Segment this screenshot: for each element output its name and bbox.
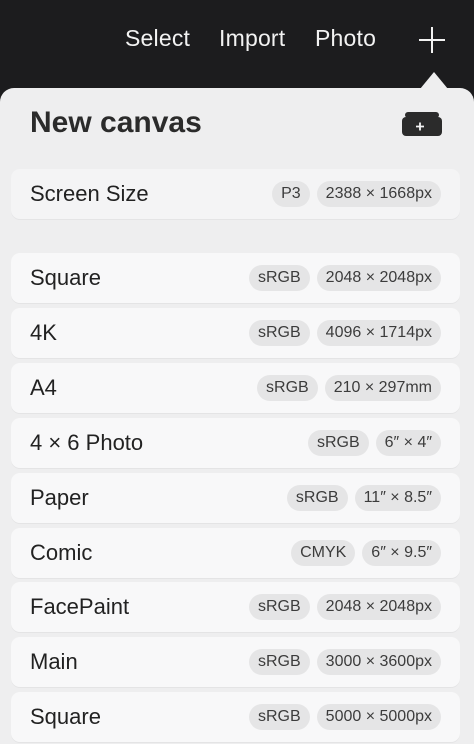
dimensions-badge: 6″ × 4″ bbox=[375, 430, 441, 456]
color-profile-badge: sRGB bbox=[286, 485, 348, 511]
dimensions-badge: 2048 × 2048px bbox=[316, 265, 441, 291]
dimensions-badge: 210 × 297mm bbox=[324, 375, 441, 401]
preset-row-square[interactable]: Square sRGB 2048 × 2048px bbox=[11, 253, 460, 303]
preset-name: Paper bbox=[30, 485, 89, 510]
popover-arrow bbox=[420, 72, 448, 89]
color-profile-badge: sRGB bbox=[257, 375, 318, 401]
preset-name: Comic bbox=[30, 540, 93, 565]
dimensions-badge: 3000 × 3600px bbox=[316, 649, 441, 675]
preset-row-paper[interactable]: Paper sRGB 11″ × 8.5″ bbox=[11, 473, 460, 523]
preset-name: 4 × 6 Photo bbox=[30, 430, 144, 455]
color-profile-badge: sRGB bbox=[307, 430, 369, 456]
color-profile-badge: sRGB bbox=[249, 704, 310, 730]
dimensions-badge: 2388 × 1668px bbox=[316, 181, 441, 207]
color-profile-badge: sRGB bbox=[249, 649, 310, 675]
photo-button[interactable]: Photo bbox=[315, 23, 376, 53]
select-button[interactable]: Select bbox=[125, 23, 190, 53]
import-button[interactable]: Import bbox=[219, 23, 285, 53]
dimensions-badge: 2048 × 2048px bbox=[316, 594, 441, 620]
preset-name: Square bbox=[30, 704, 101, 729]
dimensions-badge: 4096 × 1714px bbox=[316, 320, 441, 346]
preset-row-a4[interactable]: A4 sRGB 210 × 297mm bbox=[11, 363, 460, 413]
color-profile-badge: sRGB bbox=[249, 320, 310, 346]
dimensions-badge: 5000 × 5000px bbox=[316, 704, 441, 730]
preset-name: FacePaint bbox=[30, 594, 130, 619]
color-profile-badge: sRGB bbox=[249, 265, 310, 291]
new-canvas-icon[interactable] bbox=[402, 112, 442, 136]
preset-row-4x6-photo[interactable]: 4 × 6 Photo sRGB 6″ × 4″ bbox=[11, 418, 460, 468]
preset-name: Screen Size bbox=[30, 181, 149, 206]
preset-name: Square bbox=[30, 265, 101, 290]
dimensions-badge: 11″ × 8.5″ bbox=[354, 485, 441, 511]
preset-row-4k[interactable]: 4K sRGB 4096 × 1714px bbox=[11, 308, 460, 358]
preset-name: 4K bbox=[30, 320, 57, 345]
dimensions-badge: 6″ × 9.5″ bbox=[362, 540, 441, 566]
preset-row-screen-size[interactable]: Screen Size P3 2388 × 1668px bbox=[11, 169, 460, 219]
top-toolbar: Select Import Photo bbox=[0, 0, 474, 88]
color-profile-badge: sRGB bbox=[249, 594, 310, 620]
plus-icon[interactable] bbox=[416, 24, 448, 56]
preset-name: Main bbox=[30, 649, 78, 674]
color-profile-badge: CMYK bbox=[291, 540, 356, 566]
color-profile-badge: P3 bbox=[272, 181, 310, 207]
new-canvas-panel: New canvas Screen Size P3 2388 × 1668px … bbox=[0, 88, 474, 744]
preset-row-main[interactable]: Main sRGB 3000 × 3600px bbox=[11, 637, 460, 687]
preset-row-facepaint[interactable]: FacePaint sRGB 2048 × 2048px bbox=[11, 582, 460, 632]
preset-row-comic[interactable]: Comic CMYK 6″ × 9.5″ bbox=[11, 528, 460, 578]
preset-name: A4 bbox=[30, 375, 57, 400]
preset-row-square-large[interactable]: Square sRGB 5000 × 5000px bbox=[11, 692, 460, 742]
panel-title: New canvas bbox=[30, 106, 202, 139]
